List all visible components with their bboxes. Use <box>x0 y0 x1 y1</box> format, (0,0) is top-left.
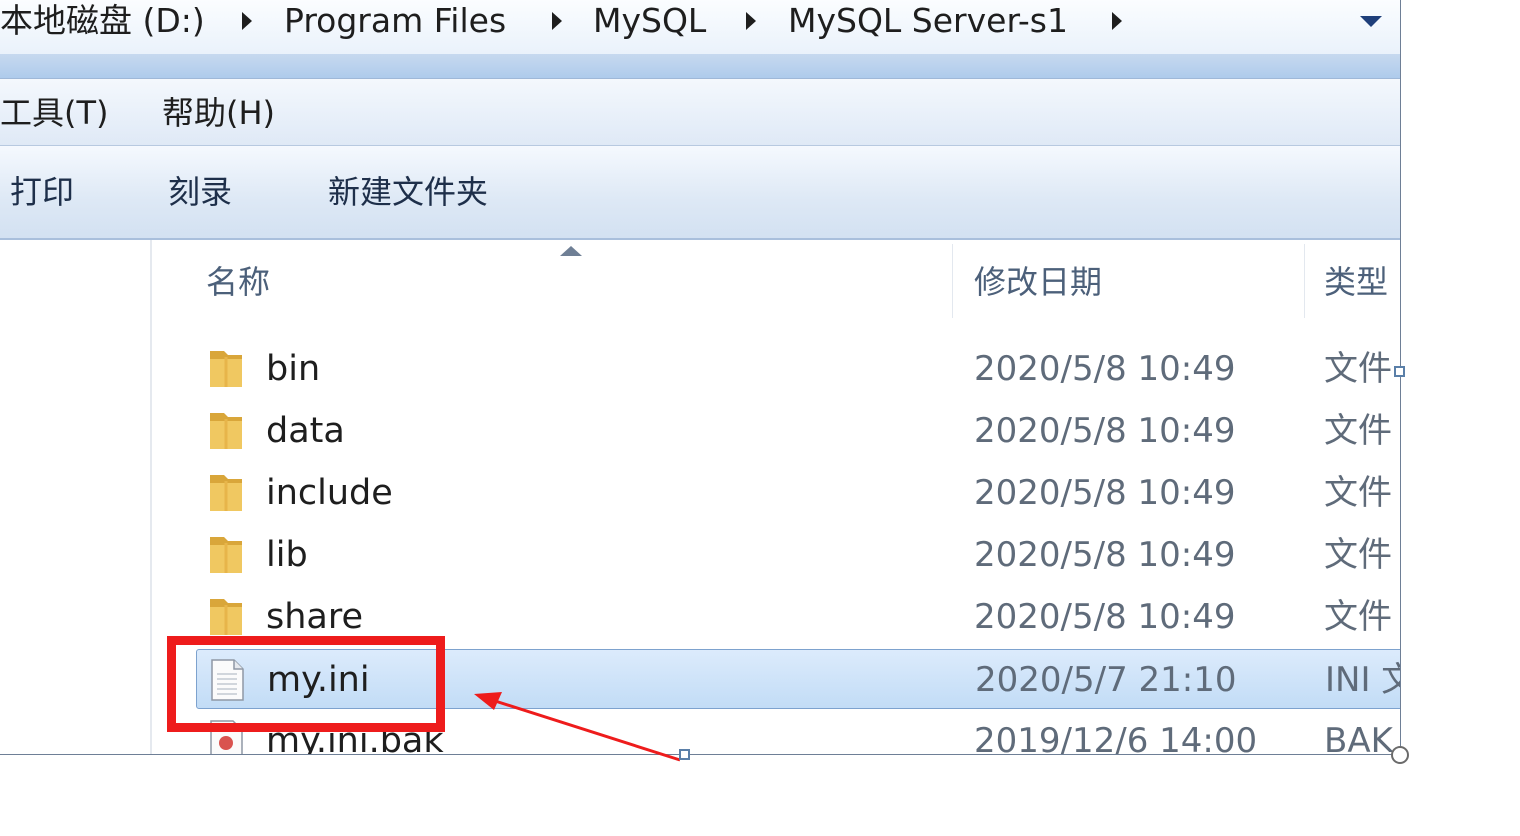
menu-tools[interactable]: 工具(T) <box>0 93 109 133</box>
folder-icon <box>210 413 242 449</box>
folder-icon <box>210 537 242 573</box>
navigation-pane[interactable] <box>0 240 152 754</box>
folder-icon <box>210 599 242 635</box>
file-row[interactable]: data 2020/5/8 10:49 文件 <box>196 401 1400 461</box>
file-row[interactable]: lib 2020/5/8 10:49 文件 <box>196 525 1400 585</box>
new-folder-button[interactable]: 新建文件夹 <box>328 172 488 212</box>
file-name: data <box>266 411 345 451</box>
file-type: 文件 <box>1324 473 1392 513</box>
file-name: bin <box>266 349 321 389</box>
file-date: 2020/5/8 10:49 <box>974 473 1236 513</box>
file-row[interactable]: include 2020/5/8 10:49 文件 <box>196 463 1400 523</box>
burn-button[interactable]: 刻录 <box>168 172 232 212</box>
breadcrumb-program-files[interactable]: Program Files <box>284 1 506 41</box>
chevron-right-icon[interactable] <box>552 12 562 30</box>
file-name: share <box>266 597 364 637</box>
file-type: INI 文 <box>1325 660 1400 700</box>
breadcrumb-mysql[interactable]: MySQL <box>593 1 706 41</box>
breadcrumb-drive[interactable]: 本地磁盘 (D:) <box>0 1 205 41</box>
column-date[interactable]: 修改日期 <box>974 262 1102 302</box>
print-button[interactable]: 打印 <box>10 172 74 212</box>
address-bar-divider <box>0 54 1400 79</box>
column-divider[interactable] <box>952 244 953 318</box>
file-date: 2020/5/8 10:49 <box>974 349 1236 389</box>
file-name: lib <box>266 535 308 575</box>
address-bar[interactable]: 本地磁盘 (D:) Program Files MySQL MySQL Serv… <box>0 0 1400 55</box>
rotate-handle[interactable] <box>1391 746 1409 764</box>
column-divider[interactable] <box>1304 244 1305 318</box>
command-bar: 打印 刻录 新建文件夹 <box>0 146 1400 240</box>
column-type[interactable]: 类型 <box>1324 262 1388 302</box>
file-date: 2020/5/8 10:49 <box>974 535 1236 575</box>
chevron-right-icon[interactable] <box>242 12 252 30</box>
column-name[interactable]: 名称 <box>206 262 270 302</box>
resize-handle[interactable] <box>1394 366 1405 377</box>
file-type: 文件 <box>1324 535 1392 575</box>
folder-icon <box>210 475 242 511</box>
file-row[interactable]: bin 2020/5/8 10:49 文件 <box>196 339 1400 399</box>
column-header: 名称 修改日期 类型 <box>152 240 1400 322</box>
menu-help[interactable]: 帮助(H) <box>162 93 275 133</box>
file-type: 文件 <box>1324 349 1392 389</box>
chevron-right-icon[interactable] <box>1112 12 1122 30</box>
resize-handle[interactable] <box>679 749 690 760</box>
breadcrumb-mysql-server[interactable]: MySQL Server-s1 <box>788 1 1068 41</box>
chevron-down-icon[interactable] <box>1360 16 1382 27</box>
sort-ascending-icon <box>560 246 582 256</box>
file-date: 2020/5/7 21:10 <box>975 660 1237 700</box>
folder-icon <box>210 351 242 387</box>
file-type: BAK <box>1324 721 1393 755</box>
chevron-right-icon[interactable] <box>746 12 756 30</box>
menu-bar: 工具(T) 帮助(H) <box>0 79 1400 146</box>
file-type: 文件 <box>1324 411 1392 451</box>
file-date: 2020/5/8 10:49 <box>974 411 1236 451</box>
highlight-box <box>167 636 445 732</box>
file-type: 文件 <box>1324 597 1392 637</box>
file-name: include <box>266 473 393 513</box>
file-date: 2020/5/8 10:49 <box>974 597 1236 637</box>
file-date: 2019/12/6 14:00 <box>974 721 1258 755</box>
